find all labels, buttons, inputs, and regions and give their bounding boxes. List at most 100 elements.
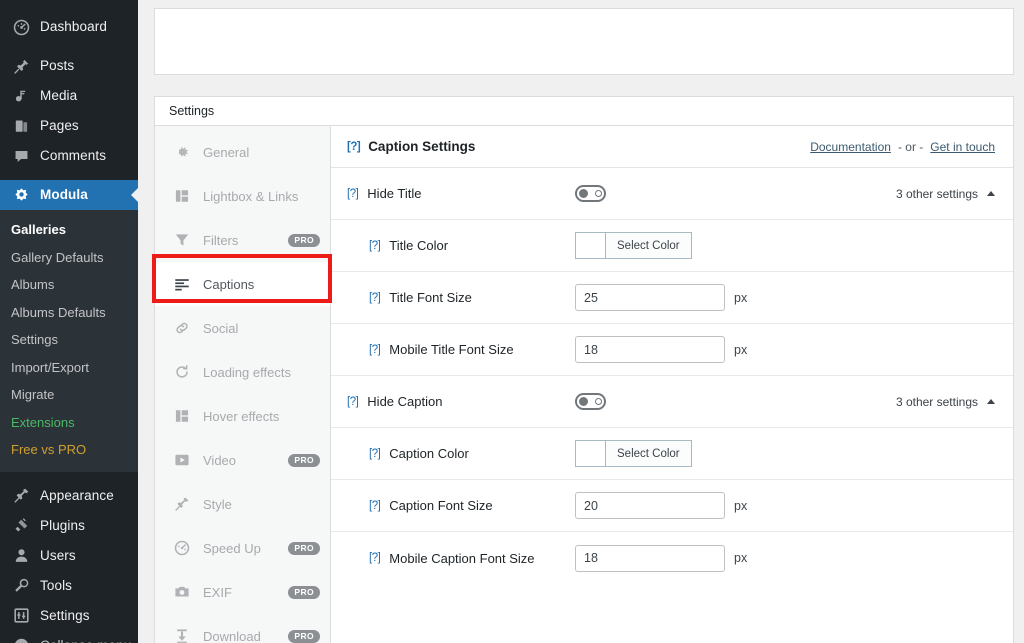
tab-general[interactable]: General — [155, 130, 330, 174]
sidebar-item-label: Dashboard — [40, 20, 107, 34]
speedometer-icon — [173, 539, 191, 557]
help-icon[interactable]: [?] — [347, 188, 358, 200]
tab-speed-up[interactable]: Speed Up PRO — [155, 526, 330, 570]
title-color-picker[interactable]: Select Color — [575, 232, 692, 259]
tab-label: EXIF — [203, 585, 288, 600]
setting-control: px — [575, 336, 747, 363]
collapse-icon — [11, 636, 31, 643]
submenu-item-galleries[interactable]: Galleries — [0, 216, 138, 244]
sidebar-item-plugins[interactable]: Plugins — [0, 511, 138, 541]
pro-badge: PRO — [288, 542, 320, 555]
select-color-label: Select Color — [606, 233, 691, 258]
color-swatch — [576, 441, 606, 466]
tab-hover-effects[interactable]: Hover effects — [155, 394, 330, 438]
camera-icon — [173, 583, 191, 601]
unit-label: px — [734, 551, 747, 565]
unit-label: px — [734, 291, 747, 305]
pro-badge: PRO — [288, 234, 320, 247]
sidebar-item-label: Media — [40, 89, 77, 103]
sidebar-item-dashboard[interactable]: Dashboard — [0, 12, 138, 42]
tab-label: Speed Up — [203, 541, 288, 556]
sidebar-item-users[interactable]: Users — [0, 541, 138, 571]
sidebar-item-tools[interactable]: Tools — [0, 571, 138, 601]
setting-label-text: Hide Caption — [367, 394, 442, 409]
appearance-icon — [11, 486, 31, 506]
submenu-item-albums[interactable]: Albums — [0, 271, 138, 299]
tab-video[interactable]: Video PRO — [155, 438, 330, 482]
header-links: Documentation - or - Get in touch — [810, 140, 995, 154]
modula-icon — [11, 185, 31, 205]
chevron-up-icon[interactable] — [987, 191, 995, 196]
tab-download[interactable]: Download PRO — [155, 614, 330, 643]
tab-lightbox-links[interactable]: Lightbox & Links — [155, 174, 330, 218]
sidebar-item-modula[interactable]: Modula — [0, 180, 138, 210]
chevron-up-icon[interactable] — [987, 399, 995, 404]
submenu-item-extensions[interactable]: Extensions — [0, 409, 138, 437]
caption-font-size-input[interactable] — [575, 492, 725, 519]
caption-color-picker[interactable]: Select Color — [575, 440, 692, 467]
setting-label: [?] Hide Title — [347, 186, 575, 201]
sidebar-item-label: Comments — [40, 149, 106, 163]
toggle-knob — [579, 397, 588, 406]
tab-filters[interactable]: Filters PRO — [155, 218, 330, 262]
layout-grid-icon — [173, 187, 191, 205]
help-icon[interactable]: [?] — [369, 552, 380, 564]
sidebar-item-label: Modula — [40, 188, 88, 202]
other-settings-toggle[interactable]: 3 other settings — [896, 187, 995, 201]
documentation-link[interactable]: Documentation — [810, 140, 891, 154]
collapse-menu-button[interactable]: Collapse menu — [0, 631, 138, 643]
submenu-item-migrate[interactable]: Migrate — [0, 381, 138, 409]
page-title-text: Caption Settings — [368, 139, 475, 154]
sidebar-item-settings[interactable]: Settings — [0, 601, 138, 631]
tab-label: Video — [203, 453, 288, 468]
setting-label: [?] Title Font Size — [369, 290, 575, 305]
funnel-icon — [173, 231, 191, 249]
mobile-title-font-size-input[interactable] — [575, 336, 725, 363]
sidebar-item-label: Plugins — [40, 519, 85, 533]
help-icon[interactable]: [?] — [347, 141, 360, 153]
tab-exif[interactable]: EXIF PRO — [155, 570, 330, 614]
sidebar-item-posts[interactable]: Posts — [0, 51, 138, 81]
tab-label: Social — [203, 321, 320, 336]
tab-social[interactable]: Social — [155, 306, 330, 350]
help-icon[interactable]: [?] — [369, 448, 380, 460]
sidebar-item-label: Settings — [40, 609, 90, 623]
submenu-item-gallery-defaults[interactable]: Gallery Defaults — [0, 244, 138, 272]
sidebar-item-comments[interactable]: Comments — [0, 141, 138, 171]
setting-control — [575, 393, 606, 410]
tab-label: Captions — [203, 277, 320, 292]
help-icon[interactable]: [?] — [369, 500, 380, 512]
help-icon[interactable]: [?] — [347, 396, 358, 408]
admin-content: Settings General Lightbox — [138, 0, 1024, 643]
sidebar-item-media[interactable]: Media — [0, 81, 138, 111]
submenu-item-settings[interactable]: Settings — [0, 326, 138, 354]
hide-title-toggle[interactable] — [575, 185, 606, 202]
setting-row-caption-color: [?] Caption Color Select Color — [331, 428, 1013, 480]
sidebar-item-pages[interactable]: Pages — [0, 111, 138, 141]
setting-control: px — [575, 284, 747, 311]
setting-row-caption-font-size: [?] Caption Font Size px — [331, 480, 1013, 532]
collapse-menu-label: Collapse menu — [40, 639, 131, 643]
help-icon[interactable]: [?] — [369, 240, 380, 252]
title-font-size-input[interactable] — [575, 284, 725, 311]
admin-sidebar: Dashboard Posts Media Pages Commen — [0, 0, 138, 643]
setting-label-text: Mobile Title Font Size — [389, 342, 513, 357]
tab-loading-effects[interactable]: Loading effects — [155, 350, 330, 394]
tab-style[interactable]: Style — [155, 482, 330, 526]
help-icon[interactable]: [?] — [369, 344, 380, 356]
other-settings-toggle[interactable]: 3 other settings — [896, 395, 995, 409]
tab-label: Filters — [203, 233, 288, 248]
hide-caption-toggle[interactable] — [575, 393, 606, 410]
submenu-item-import-export[interactable]: Import/Export — [0, 354, 138, 382]
toggle-ring — [595, 190, 602, 197]
setting-row-mobile-caption-font-size: [?] Mobile Caption Font Size px — [331, 532, 1013, 584]
tab-captions[interactable]: Captions — [155, 262, 330, 306]
submenu-item-albums-defaults[interactable]: Albums Defaults — [0, 299, 138, 327]
download-icon — [173, 627, 191, 643]
wordpress-admin-screen: Dashboard Posts Media Pages Commen — [0, 0, 1024, 643]
submenu-item-free-vs-pro[interactable]: Free vs PRO — [0, 436, 138, 464]
mobile-caption-font-size-input[interactable] — [575, 545, 725, 572]
get-in-touch-link[interactable]: Get in touch — [930, 140, 995, 154]
sidebar-item-appearance[interactable]: Appearance — [0, 481, 138, 511]
help-icon[interactable]: [?] — [369, 292, 380, 304]
